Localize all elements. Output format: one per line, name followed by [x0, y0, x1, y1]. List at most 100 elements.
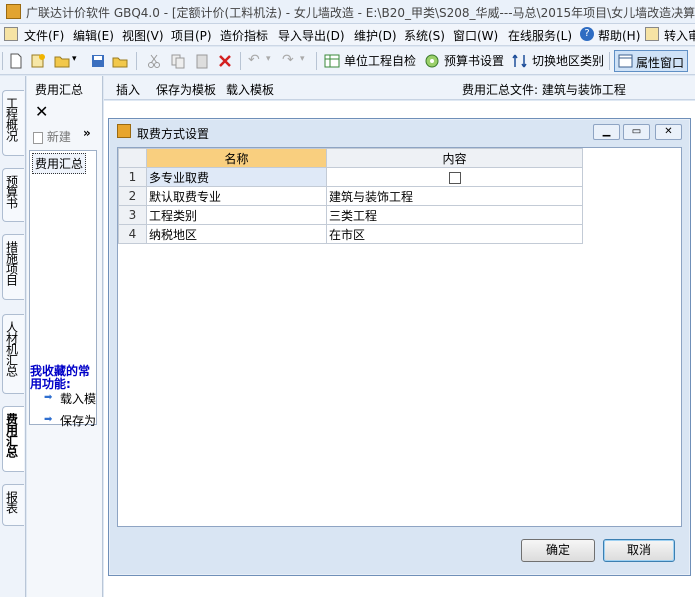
- new-file-icon[interactable]: [8, 53, 24, 69]
- menu-cost-index[interactable]: 造价指标: [220, 27, 268, 44]
- tab-labor-material-machine[interactable]: 人材机汇总: [2, 314, 24, 394]
- cell-content[interactable]: 三类工程: [326, 205, 583, 225]
- cell-content[interactable]: [326, 167, 583, 187]
- ok-button[interactable]: 确定: [521, 539, 595, 562]
- tab-project-overview[interactable]: 工程概况: [2, 90, 24, 156]
- favorites-title: 我收藏的常用功能:: [30, 364, 91, 391]
- menu-bar: 文件(F) 编辑(E) 视图(V) 项目(P) 造价指标 导入导出(D) 维护(…: [0, 24, 695, 46]
- row-number-header: [118, 148, 147, 168]
- menu-file[interactable]: 文件(F): [24, 27, 64, 44]
- cell-name[interactable]: 多专业取费: [146, 167, 327, 187]
- arrow-right-icon: ➡: [44, 414, 53, 425]
- switch-region-icon: [512, 54, 527, 68]
- attribute-window-label: 属性窗口: [636, 56, 685, 70]
- delete-icon[interactable]: [217, 53, 233, 69]
- insert-button[interactable]: 插入: [116, 81, 140, 98]
- minimize-button[interactable]: ▁: [593, 124, 620, 140]
- tab-reports[interactable]: 报表: [2, 484, 24, 526]
- menu-project[interactable]: 项目(P): [171, 27, 212, 44]
- multi-specialty-checkbox[interactable]: [448, 171, 461, 184]
- menu-system[interactable]: 系统(S): [404, 27, 445, 44]
- convert-icon: [645, 27, 659, 41]
- menu-convert-audit[interactable]: 转入审: [664, 27, 695, 44]
- toolbar-separator: [2, 52, 3, 70]
- open-folder-icon[interactable]: [54, 53, 70, 69]
- menu-edit[interactable]: 编辑(E): [73, 27, 114, 44]
- row-number: 1: [118, 167, 147, 187]
- list-item[interactable]: 费用汇总: [32, 153, 87, 174]
- redo-icon[interactable]: ↷: [282, 52, 294, 68]
- cut-icon[interactable]: [146, 53, 162, 69]
- tab-measures[interactable]: 措施项目: [2, 234, 24, 300]
- cell-content[interactable]: 在市区: [326, 224, 583, 244]
- open-recent-icon[interactable]: [112, 53, 128, 69]
- window-title: 广联达计价软件 GBQ4.0 - [定额计价(工料机法) - 女儿墙改造 - E…: [26, 6, 695, 20]
- new-project-icon[interactable]: [30, 53, 46, 69]
- toolbar-separator: [316, 52, 317, 70]
- fee-method-dialog: 取费方式设置 ▁ ▭ ✕ 名称 内容 1 多专业取费 2 默认取费专业 建筑与装…: [108, 118, 691, 576]
- paste-icon[interactable]: [194, 53, 210, 69]
- budget-settings-button[interactable]: 预算书设置: [444, 52, 504, 69]
- dialog-title: 取费方式设置: [137, 127, 210, 141]
- cell-content[interactable]: 建筑与装饰工程: [326, 186, 583, 206]
- toolbar: ▾ ↶ ▾ ↷ ▾ 单位工程自检 预算书设置 切换地区类别 属性窗口: [0, 47, 695, 75]
- unit-check-icon: [324, 54, 340, 68]
- column-header-name[interactable]: 名称: [146, 148, 327, 168]
- vertical-tab-bar: 工程概况 预算书 措施项目 人材机汇总 费用汇总 报表: [0, 76, 26, 597]
- open-dropdown-icon[interactable]: ▾: [72, 54, 77, 64]
- undo-icon[interactable]: ↶: [248, 52, 260, 68]
- cell-name[interactable]: 工程类别: [146, 205, 327, 225]
- save-icon[interactable]: [90, 53, 106, 69]
- table-row[interactable]: 1 多专业取费: [118, 167, 583, 187]
- menu-view[interactable]: 视图(V): [122, 27, 164, 44]
- cancel-button[interactable]: 取消: [603, 539, 675, 562]
- budget-settings-icon: [425, 54, 439, 68]
- menu-window[interactable]: 窗口(W): [453, 27, 498, 44]
- toolbar-separator: [609, 52, 610, 70]
- cell-name[interactable]: 纳税地区: [146, 224, 327, 244]
- attribute-window-icon: [618, 54, 633, 68]
- attribute-window-button[interactable]: 属性窗口: [614, 50, 688, 72]
- switch-region-button[interactable]: 切换地区类别: [532, 52, 604, 69]
- tab-budget-book[interactable]: 预算书: [2, 168, 24, 222]
- settings-table: 名称 内容 1 多专业取费 2 默认取费专业 建筑与装饰工程 3 工程类别 三类…: [118, 148, 583, 244]
- undo-dropdown-icon[interactable]: ▾: [266, 54, 271, 64]
- app-menu-icon[interactable]: [4, 27, 18, 41]
- toolbar-separator: [240, 52, 241, 70]
- cell-name[interactable]: 默认取费专业: [146, 186, 327, 206]
- tab-fee-summary[interactable]: 费用汇总: [2, 406, 24, 472]
- close-button[interactable]: ✕: [655, 124, 682, 140]
- fee-summary-toolbar: 插入 保存为模板 载入模板 费用汇总文件: 建筑与装饰工程: [104, 76, 695, 100]
- row-number: 2: [118, 186, 147, 206]
- favorite-load-template[interactable]: 载入模: [60, 390, 96, 407]
- close-icon[interactable]: ✕: [35, 102, 48, 121]
- menu-import-export[interactable]: 导入导出(D): [278, 27, 345, 44]
- unit-check-button[interactable]: 单位工程自检: [344, 52, 416, 69]
- table-row[interactable]: 3 工程类别 三类工程: [118, 205, 583, 225]
- maximize-button[interactable]: ▭: [623, 124, 650, 140]
- settings-grid: 名称 内容 1 多专业取费 2 默认取费专业 建筑与装饰工程 3 工程类别 三类…: [117, 147, 682, 527]
- new-button[interactable]: 新建: [33, 128, 71, 145]
- help-icon: ?: [580, 27, 594, 41]
- column-header-content[interactable]: 内容: [326, 148, 583, 168]
- table-row[interactable]: 2 默认取费专业 建筑与装饰工程: [118, 186, 583, 206]
- menu-help[interactable]: 帮助(H): [598, 27, 640, 44]
- row-number: 4: [118, 224, 147, 244]
- dialog-app-icon: [117, 124, 131, 138]
- favorite-save-as[interactable]: 保存为: [60, 412, 96, 429]
- menu-online[interactable]: 在线服务(L): [508, 27, 572, 44]
- table-header-row: 名称 内容: [118, 148, 583, 168]
- arrow-right-icon: ➡: [44, 392, 53, 403]
- redo-dropdown-icon[interactable]: ▾: [300, 54, 305, 64]
- more-icon[interactable]: »: [83, 126, 91, 140]
- fee-summary-file-label: 费用汇总文件: 建筑与装饰工程: [462, 83, 626, 97]
- table-row[interactable]: 4 纳税地区 在市区: [118, 224, 583, 244]
- copy-icon[interactable]: [170, 53, 186, 69]
- new-doc-icon: [33, 131, 43, 144]
- save-as-template-button[interactable]: 保存为模板: [156, 81, 216, 98]
- menu-maintain[interactable]: 维护(D): [354, 27, 397, 44]
- left-panel: 费用汇总 ✕ 新建 » 费用汇总: [27, 76, 103, 597]
- load-template-button[interactable]: 载入模板: [226, 81, 274, 98]
- row-number: 3: [118, 205, 147, 225]
- title-bar: 广联达计价软件 GBQ4.0 - [定额计价(工料机法) - 女儿墙改造 - E…: [0, 0, 695, 24]
